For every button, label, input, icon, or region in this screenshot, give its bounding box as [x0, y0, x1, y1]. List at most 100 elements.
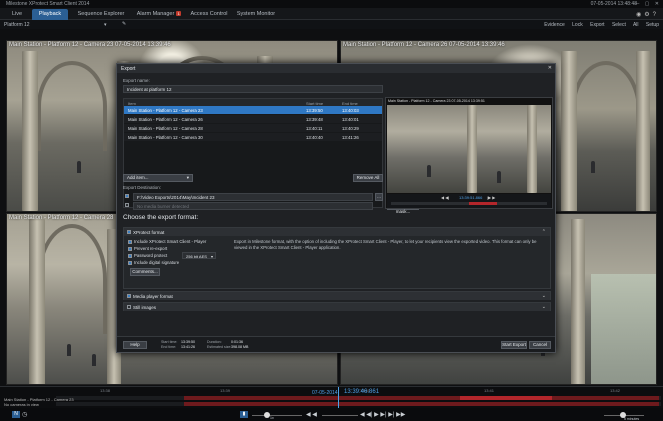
timeline-date: 07-05-2014 [312, 390, 338, 396]
preview-selection[interactable] [469, 202, 497, 205]
format-title: Choose the export format: [123, 214, 199, 221]
comments-button[interactable]: Comments... [130, 268, 160, 276]
preview-controls[interactable]: ◀ ◀| 13:39:51.866 |▶ ▶ [387, 194, 551, 208]
tab-system-monitor[interactable]: System Monitor [232, 9, 280, 20]
still-images-header[interactable]: Still images [124, 303, 550, 311]
list-item[interactable]: Main Station - Platform 12 - Camera 28 1… [124, 124, 382, 132]
destination-checkbox[interactable] [125, 194, 129, 198]
alarm-count-badge: 1 [176, 11, 182, 17]
recording-segment [184, 402, 659, 406]
chevron-down-icon[interactable]: ⌄ [542, 293, 546, 299]
preview-image [387, 105, 551, 193]
timeline-cursor[interactable] [338, 387, 339, 409]
export-name-field[interactable]: Incident at platform 12 [123, 85, 383, 93]
tab-playback[interactable]: Playback [32, 9, 68, 20]
tab-sequence-explorer[interactable]: Sequence Explorer [72, 9, 130, 20]
tick-label: 13:41 [484, 388, 495, 393]
media-player-format-panel[interactable]: Media player format ⌄ [123, 291, 551, 300]
select-all-button[interactable]: Select All [612, 22, 639, 28]
preview-playback-buttons[interactable]: ◀ ◀| [441, 195, 449, 200]
timeline-time: 13:39:46.861 [344, 389, 380, 395]
option-password-protect[interactable]: Password protect [128, 253, 167, 258]
mode-button[interactable]: N [12, 411, 20, 418]
still-images-checkbox[interactable] [127, 305, 131, 310]
header-icons[interactable]: ◉⚙? [636, 11, 659, 18]
xprotect-format-checkbox[interactable] [127, 230, 131, 235]
option-digital-signature[interactable]: Include digital signature [128, 260, 179, 265]
tab-access-control[interactable]: Access Control [188, 9, 230, 20]
speed-icon[interactable]: ▮ [240, 411, 248, 418]
media-burner-checkbox[interactable] [125, 203, 129, 207]
camera-label: Main Station - Platform 12 - Camera 26 0… [343, 42, 505, 48]
speed-slider[interactable] [252, 415, 302, 416]
export-item-list[interactable]: Item Start time End time Main Station - … [123, 98, 383, 208]
remove-all-button[interactable]: Remove All [353, 174, 383, 182]
media-player-format-header[interactable]: Media player format [124, 292, 550, 300]
list-item[interactable]: Main Station - Platform 12 - Camera 30 1… [124, 133, 382, 141]
timeline-track[interactable] [56, 396, 661, 400]
help-button[interactable]: Help [123, 341, 147, 349]
xprotect-format-header[interactable]: XProtect format [124, 228, 550, 236]
app-title: Milestone XProtect Smart Client 2014 [6, 1, 90, 7]
chevron-down-icon: ▾ [186, 175, 189, 180]
step-slider[interactable] [322, 415, 358, 416]
encryption-select[interactable]: 256 bit AES ▾ [182, 252, 216, 259]
export-preview[interactable]: Main Station - Platform 12 - Camera 23 0… [385, 97, 553, 209]
camera-label: Main Station - Platform 12 - Camera 23 0… [9, 42, 171, 48]
export-button[interactable]: Export [590, 22, 604, 28]
column-header-start: Start time [306, 100, 324, 106]
cancel-button[interactable]: Cancel [529, 341, 551, 349]
tick-label: 13:42 [610, 388, 621, 393]
preview-title: Main Station - Platform 12 - Camera 23 0… [388, 99, 485, 103]
destination-path-field[interactable]: F:\Video Exports\2014\May\Incident 23 [133, 193, 373, 201]
evidence-lock-button[interactable]: Evidence Lock [544, 22, 583, 28]
playback-buttons-left[interactable]: ◀ ◀ [306, 411, 317, 418]
tab-alarm-manager[interactable]: Alarm Manager 1 [132, 9, 186, 20]
checkbox[interactable] [128, 239, 132, 244]
settings-icon[interactable]: ⚙ [644, 12, 652, 18]
start-export-button[interactable]: Start Export [501, 341, 527, 349]
still-images-panel[interactable]: Still images ⌄ [123, 302, 551, 311]
checkbox[interactable] [128, 246, 132, 251]
tick-label: 13:38 [100, 388, 111, 393]
tab-live[interactable]: Live [4, 9, 30, 20]
browse-button[interactable]: ... [375, 193, 383, 201]
column-header-end: End time [342, 100, 358, 106]
preview-time: 13:39:51.866 [459, 195, 483, 200]
option-include-player[interactable]: Include XProtect Smart Client - Player [128, 239, 206, 244]
checkbox[interactable] [128, 253, 132, 258]
tab-bar: Live Playback Sequence Explorer Alarm Ma… [0, 8, 663, 20]
start-end-values: 13:39:50 13:41:26 [181, 340, 195, 349]
timeline-row-labels: Main Station - Platform 12 - Camera 23 N… [4, 397, 74, 407]
list-item[interactable]: Main Station - Platform 12 - Camera 26 1… [124, 115, 382, 123]
timeline-row-label: No cameras in view [4, 402, 39, 407]
timeline[interactable]: 13:38 13:39 13:40 13:41 13:42 Main Stati… [0, 386, 663, 409]
preview-play-buttons[interactable]: |▶ ▶ [487, 195, 495, 200]
setup-button[interactable]: Setup [646, 22, 659, 28]
clock-icon[interactable]: ◷ [22, 411, 27, 418]
checkbox[interactable] [128, 260, 132, 265]
option-prevent-reexport[interactable]: Prevent re-export [128, 246, 167, 251]
playback-buttons[interactable]: ◀ ◀| ▶ ▶| ▶| ▶▶ [360, 411, 405, 418]
media-burner-field: No media burner detected [133, 202, 373, 210]
view-dropdown-icon[interactable]: ▾ [104, 22, 107, 28]
add-item-button[interactable]: Add item... ▾ [123, 174, 193, 182]
help-icon[interactable]: ? [653, 12, 659, 18]
window-controls[interactable]: — ▢ ✕ [634, 1, 661, 7]
selection-segment[interactable] [460, 396, 552, 400]
view-selector[interactable]: Platform 12 [4, 22, 30, 28]
view-toolbar: Platform 12 ▾ ✎ Evidence Lock Export Sel… [0, 20, 663, 29]
playback-controls: N ◷ ▮ 1x ◀ ◀ ◀ ◀| ▶ ▶| ▶| ▶▶ 5 minutes [0, 408, 663, 421]
timeline-track[interactable] [56, 402, 661, 406]
destination-label: Export Destination: [123, 185, 162, 190]
edit-icon[interactable]: ✎ [122, 21, 126, 27]
close-icon[interactable]: ✕ [548, 65, 552, 71]
collapse-icon[interactable]: ⌃ [542, 229, 546, 235]
media-player-checkbox[interactable] [127, 294, 131, 299]
preview-timeline[interactable] [391, 202, 547, 205]
duration-labels: Duration: Estimated size: [207, 340, 232, 349]
chevron-down-icon[interactable]: ⌄ [542, 304, 546, 310]
list-item[interactable]: Main Station - Platform 12 - Camera 23 1… [124, 106, 382, 114]
list-header: Item Start time End time [124, 99, 382, 106]
speed-label: 1x [270, 416, 274, 420]
